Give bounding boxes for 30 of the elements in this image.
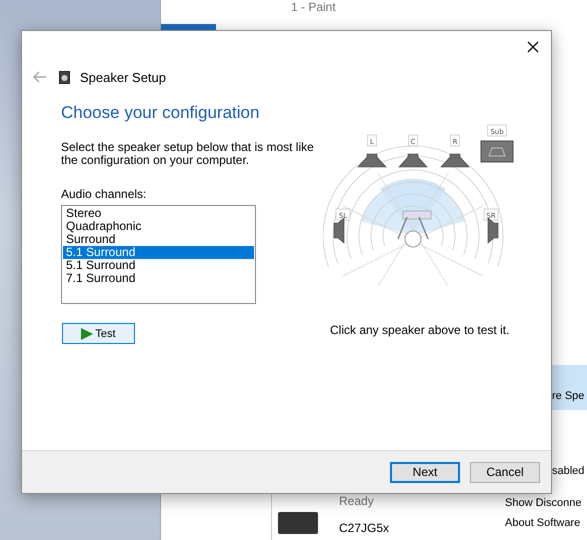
speaker-icon — [59, 70, 70, 84]
list-label: Audio channels: — [61, 187, 148, 201]
play-icon — [81, 328, 94, 340]
speaker-icon[interactable] — [488, 217, 498, 244]
close-icon — [527, 40, 539, 52]
next-button[interactable]: Next — [390, 462, 460, 482]
menu-item[interactable]: About Software — [503, 514, 580, 532]
speaker-icon[interactable] — [357, 154, 387, 168]
list-item[interactable]: 7.1 Surround — [63, 272, 254, 285]
test-button[interactable]: Test — [62, 323, 135, 344]
speaker-icon[interactable] — [480, 140, 514, 162]
speaker-icon[interactable] — [398, 154, 428, 168]
list-item[interactable]: 5.1 Surround — [63, 259, 254, 272]
device-name: C27JG5x — [339, 521, 390, 535]
monitor-icon — [278, 512, 318, 534]
list-item[interactable]: Stereo — [63, 207, 254, 220]
speaker-icon[interactable] — [440, 154, 470, 168]
device-status: Ready — [339, 494, 374, 508]
menu-item[interactable]: Show Disconne — [503, 494, 582, 512]
channels-listbox[interactable]: Stereo Quadraphonic Surround 5.1 Surround 5.1 Surround 7.1 Surround — [61, 205, 256, 304]
list-item[interactable]: 5.1 Surround — [63, 246, 254, 259]
dialog-title: Speaker Setup — [80, 70, 166, 84]
hint-text: Click any speaker above to test it. — [330, 323, 510, 337]
list-item[interactable]: Surround — [63, 233, 254, 246]
list-item[interactable]: Quadraphonic — [63, 220, 254, 233]
cancel-button[interactable]: Cancel — [470, 462, 540, 482]
speaker-icon[interactable] — [334, 217, 344, 244]
instructions-text: Select the speaker setup below that is most like the configuration on your computer. — [61, 141, 315, 167]
window-title: 1 - Paint — [291, 0, 336, 14]
page-heading: Choose your configuration — [61, 103, 260, 123]
